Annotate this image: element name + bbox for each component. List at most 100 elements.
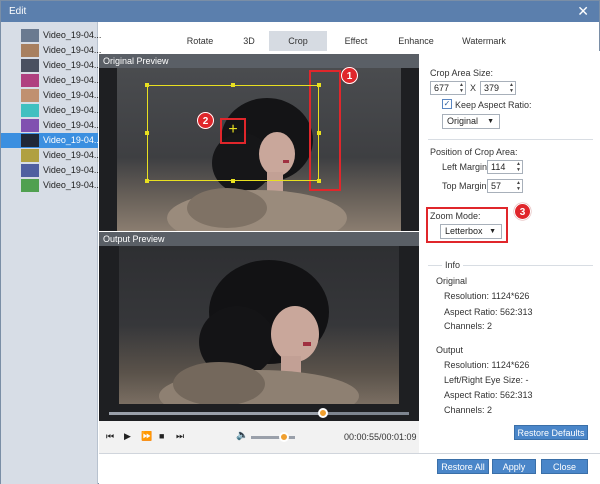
keep-aspect-checkbox[interactable]: ✓	[442, 99, 452, 109]
move-crosshair-icon[interactable]: +	[225, 121, 241, 139]
video-label: Video_19-04...	[43, 180, 102, 190]
original-heading: Original	[436, 276, 468, 286]
output-preview	[99, 246, 419, 421]
left-margin-input[interactable]: 114 ▲ ▼	[487, 160, 523, 174]
spinner-arrows-icon[interactable]: ▲ ▼	[516, 180, 521, 192]
video-list-item[interactable]: Video_19-04...	[1, 133, 102, 148]
video-list-item[interactable]: Video_19-04...	[1, 103, 102, 118]
crop-height-input[interactable]: 379 ▲ ▼	[480, 81, 516, 95]
portrait-image	[159, 260, 359, 404]
spinner-arrows-icon[interactable]: ▲ ▼	[509, 82, 514, 94]
video-label: Video_19-04...	[43, 45, 102, 55]
video-thumbnail	[21, 119, 39, 132]
video-label: Video_19-04...	[43, 135, 102, 145]
crop-handle[interactable]	[317, 131, 321, 135]
aspect-ratio-value: Original	[447, 116, 479, 126]
video-thumbnail	[21, 164, 39, 177]
top-margin-input[interactable]: 57 ▲ ▼	[487, 179, 523, 193]
apply-button[interactable]: Apply	[492, 459, 536, 474]
volume-icon[interactable]: 🔈	[236, 430, 248, 441]
restore-defaults-button[interactable]: Restore Defaults	[514, 425, 588, 440]
spinner-arrows-icon[interactable]: ▲ ▼	[459, 82, 464, 94]
video-list-item[interactable]: Video_19-04...	[1, 178, 102, 193]
close-button[interactable]: Close	[541, 459, 588, 474]
video-list-item[interactable]: Video_19-04...	[1, 163, 102, 178]
crop-handle[interactable]	[145, 83, 149, 87]
crop-width-input[interactable]: 677 ▲ ▼	[430, 81, 466, 95]
video-label: Video_19-04...	[43, 90, 102, 100]
video-thumbnail	[21, 59, 39, 72]
position-label: Position of Crop Area:	[430, 147, 518, 157]
annotation-badge-1: 1	[341, 67, 358, 84]
original-resolution: Resolution: 1124*626	[444, 291, 530, 301]
video-list-item[interactable]: Video_19-04...	[1, 73, 102, 88]
tab-enhance[interactable]: Enhance	[385, 31, 447, 51]
fast-forward-icon[interactable]: ⏩	[141, 431, 152, 442]
video-list-item[interactable]: Video_19-04...	[1, 88, 102, 103]
dialog-footer: Restore All Apply Close	[99, 453, 600, 484]
video-list-item[interactable]: Video_19-04...	[1, 28, 101, 43]
crop-handle[interactable]	[317, 83, 321, 87]
tab-rotate[interactable]: Rotate	[171, 31, 229, 51]
video-thumbnail	[21, 44, 39, 57]
original-channels: Channels: 2	[444, 321, 493, 331]
crop-handle[interactable]	[145, 179, 149, 183]
aspect-ratio-select[interactable]: Original ▼	[442, 114, 500, 129]
video-label: Video_19-04...	[43, 105, 102, 115]
output-channels: Channels: 2	[444, 405, 493, 415]
crop-settings-panel: Crop Area Size: 677 ▲ ▼ X 379 ▲ ▼ ✓ Keep Asp…	[420, 51, 600, 454]
tab-watermark[interactable]: Watermark	[447, 31, 521, 51]
spinner-arrows-icon[interactable]: ▲ ▼	[516, 161, 521, 173]
video-list-item[interactable]: Video_19-04...	[1, 43, 102, 58]
skip-forward-icon[interactable]: ⏭	[176, 431, 184, 442]
crop-width-value: 677	[434, 83, 450, 93]
video-list-item[interactable]: Video_19-04...	[1, 148, 101, 163]
video-label: Video_19-04...	[43, 120, 102, 130]
crop-handle[interactable]	[231, 179, 235, 183]
video-list-item[interactable]: Video_19-04...	[1, 58, 101, 73]
tab-crop[interactable]: Crop	[269, 31, 327, 51]
video-thumbnail	[21, 149, 39, 162]
edit-window: Edit ✕ Video_19-04... Video_19-04... Video…	[0, 0, 600, 484]
tab-3d[interactable]: 3D	[229, 31, 269, 51]
time-display: 00:00:55/00:01:09	[344, 432, 417, 442]
zoom-mode-label: Zoom Mode:	[430, 211, 481, 221]
original-aspect: Aspect Ratio: 562:313	[444, 307, 533, 317]
progress-fill	[109, 412, 325, 415]
video-thumbnail	[21, 134, 39, 147]
zoom-mode-value: Letterbox	[445, 226, 483, 236]
crop-handle[interactable]	[145, 131, 149, 135]
progress-track[interactable]	[109, 412, 409, 415]
chevron-down-icon: ▼	[489, 228, 496, 235]
video-label: Video_19-04...	[43, 165, 102, 175]
stop-icon[interactable]: ■	[159, 431, 164, 441]
close-icon[interactable]: ✕	[577, 3, 589, 20]
left-margin-label: Left Margin:	[442, 162, 490, 172]
output-heading: Output	[436, 345, 464, 355]
output-eye-size: Left/Right Eye Size: -	[444, 375, 529, 385]
tab-bar: Rotate 3D Crop Effect Enhance Watermark	[99, 31, 600, 51]
crop-handle[interactable]	[231, 83, 235, 87]
top-margin-label: Top Margin:	[442, 181, 490, 191]
progress-thumb[interactable]	[318, 408, 328, 418]
size-separator: X	[470, 83, 477, 93]
video-thumbnail	[21, 74, 39, 87]
window-title: Edit	[9, 6, 27, 17]
tab-effect[interactable]: Effect	[327, 31, 385, 51]
crop-height-value: 379	[484, 83, 500, 93]
title-bar: Edit ✕	[1, 1, 599, 22]
restore-all-button[interactable]: Restore All	[437, 459, 489, 474]
video-thumbnail	[21, 179, 39, 192]
video-thumbnail	[21, 104, 39, 117]
divider	[428, 139, 593, 140]
output-preview-image	[119, 246, 399, 404]
zoom-mode-select[interactable]: Letterbox ▼	[440, 224, 502, 239]
volume-thumb[interactable]	[278, 432, 289, 442]
play-icon[interactable]: ▶	[124, 431, 131, 442]
output-preview-header: Output Preview	[99, 232, 419, 246]
crop-handle[interactable]	[317, 179, 321, 183]
video-label: Video_19-04...	[43, 75, 102, 85]
output-resolution: Resolution: 1124*626	[444, 360, 530, 370]
skip-back-icon[interactable]: ⏮	[106, 431, 114, 442]
video-list-item[interactable]: Video_19-04...	[1, 118, 102, 133]
